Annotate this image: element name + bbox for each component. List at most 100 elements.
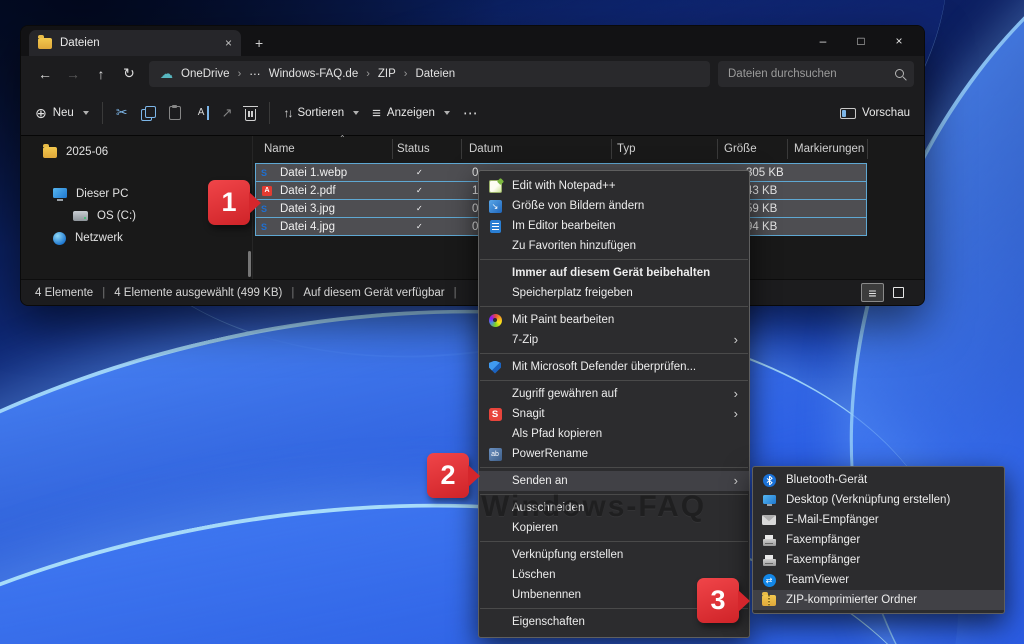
refresh-button[interactable]: ↻ xyxy=(115,65,143,82)
menu-item-snagit[interactable]: Snagit xyxy=(479,404,749,424)
submenu-item-email-empfaenger[interactable]: E-Mail-Empfänger xyxy=(753,510,1004,530)
icon-spacer xyxy=(487,547,503,563)
menu-item-powerrename[interactable]: PowerRename xyxy=(479,444,749,464)
tab-close-icon[interactable]: × xyxy=(225,37,232,49)
breadcrumb-ellipsis[interactable]: ⋯ xyxy=(249,67,261,81)
bluetooth-icon xyxy=(761,472,777,488)
submenu-item-teamviewer[interactable]: TeamViewer xyxy=(753,570,1004,590)
menu-item-verknuepfung-erstellen[interactable]: Verknüpfung erstellen xyxy=(479,545,749,565)
breadcrumb-item[interactable]: ZIP xyxy=(378,68,396,80)
chevron-right-icon: › xyxy=(404,68,408,80)
menu-item-zugriff-gewaehren-auf[interactable]: Zugriff gewähren auf xyxy=(479,384,749,404)
status-divider: | xyxy=(102,287,105,299)
sort-ascending-icon: ⌃ xyxy=(339,134,346,143)
paste-button[interactable] xyxy=(169,106,181,120)
cut-button[interactable]: ✂ xyxy=(116,105,128,121)
status-divider: | xyxy=(291,287,294,299)
new-button[interactable]: ⊕ Neu xyxy=(35,105,89,122)
chevron-down-icon xyxy=(444,111,450,115)
share-button[interactable]: ↗ xyxy=(222,105,233,121)
column-header-markierungen[interactable]: Markierungen xyxy=(794,136,864,162)
maximize-button[interactable]: □ xyxy=(842,34,880,48)
menu-item-7zip[interactable]: 7-Zip xyxy=(479,330,749,350)
column-header-groesse[interactable]: Größe xyxy=(724,136,757,162)
up-button[interactable]: ↑ xyxy=(87,66,115,82)
column-header-typ[interactable]: Typ xyxy=(617,136,636,162)
new-tab-button[interactable]: + xyxy=(255,35,263,51)
column-divider[interactable] xyxy=(867,139,868,159)
menu-item-kopieren[interactable]: Kopieren xyxy=(479,518,749,538)
rename-button[interactable]: A xyxy=(194,106,209,120)
more-options-button[interactable]: ⋯ xyxy=(463,104,479,122)
sidebar-item-2025-06[interactable]: 2025-06 xyxy=(21,141,252,163)
column-divider[interactable] xyxy=(461,139,462,159)
submenu-item-label: Bluetooth-Gerät xyxy=(786,474,867,486)
search-icon[interactable] xyxy=(895,69,904,78)
trash-icon xyxy=(245,109,256,121)
minimize-button[interactable]: – xyxy=(804,34,842,48)
column-divider[interactable] xyxy=(717,139,718,159)
explorer-content: 2025-06 Dieser PC OS (C:) Netzwerk Name xyxy=(21,136,924,279)
icon-spacer xyxy=(487,587,503,603)
submenu-item-bluetooth-geraet[interactable]: Bluetooth-Gerät xyxy=(753,470,1004,490)
delete-button[interactable] xyxy=(245,106,256,121)
sort-button[interactable]: ↑↓ Sortieren xyxy=(283,106,359,120)
selection-summary: 4 Elemente ausgewählt (499 KB) xyxy=(114,287,282,299)
menu-item-edit-with-notepadpp[interactable]: Edit with Notepad++ xyxy=(479,176,749,196)
menu-item-zu-favoriten-hinzufuegen[interactable]: Zu Favoriten hinzufügen xyxy=(479,236,749,256)
icons-view-icon xyxy=(893,287,904,298)
forward-button[interactable]: → xyxy=(59,66,87,82)
column-header-status[interactable]: Status xyxy=(397,136,430,162)
menu-item-als-pfad-kopieren[interactable]: Als Pfad kopieren xyxy=(479,424,749,444)
menu-item-senden-an[interactable]: Senden an xyxy=(479,471,749,491)
breadcrumb-item[interactable]: OneDrive xyxy=(181,68,230,80)
column-divider[interactable] xyxy=(392,139,393,159)
breadcrumb[interactable]: ☁ OneDrive › ⋯ Windows-FAQ.de › ZIP › Da… xyxy=(149,61,710,87)
sidebar-item-label: Dieser PC xyxy=(76,188,128,200)
cut-icon: ✂ xyxy=(116,105,128,121)
menu-item-label: Eigenschaften xyxy=(512,616,585,628)
menu-item-speicherplatz-freigeben[interactable]: Speicherplatz freigeben xyxy=(479,283,749,303)
file-size: 43 KB xyxy=(746,182,777,200)
submenu-item-faxempfaenger-1[interactable]: Faxempfänger xyxy=(753,530,1004,550)
sidebar-item-netzwerk[interactable]: Netzwerk xyxy=(21,227,252,249)
menu-item-defender-ueberpruefen[interactable]: Mit Microsoft Defender überprüfen... xyxy=(479,357,749,377)
column-header-name[interactable]: Name xyxy=(264,136,295,162)
view-button[interactable]: ≡ Anzeigen xyxy=(372,105,450,122)
address-bar: ← → ↑ ↻ ☁ OneDrive › ⋯ Windows-FAQ.de › … xyxy=(21,56,924,91)
column-divider[interactable] xyxy=(787,139,788,159)
menu-item-groesse-von-bildern-aendern[interactable]: Größe von Bildern ändern xyxy=(479,196,749,216)
submenu-item-faxempfaenger-2[interactable]: Faxempfänger xyxy=(753,550,1004,570)
details-view-button[interactable]: ≡ xyxy=(861,283,884,302)
step-badge-1: 1 xyxy=(208,180,250,225)
context-menu: Edit with Notepad++ Größe von Bildern än… xyxy=(478,170,750,638)
preview-button[interactable]: Vorschau xyxy=(840,107,910,119)
column-divider[interactable] xyxy=(611,139,612,159)
icons-view-button[interactable] xyxy=(887,283,910,302)
menu-item-ausschneiden[interactable]: Ausschneiden xyxy=(479,498,749,518)
search-input[interactable]: Dateien durchsuchen xyxy=(718,61,914,87)
column-header-datum[interactable]: Datum xyxy=(469,136,503,162)
back-button[interactable]: ← xyxy=(31,66,59,82)
menu-item-label: Immer auf diesem Gerät beibehalten xyxy=(512,267,710,279)
copy-icon xyxy=(141,106,156,120)
close-button[interactable]: × xyxy=(880,34,918,48)
menu-item-label: 7-Zip xyxy=(512,334,538,346)
breadcrumb-item[interactable]: Windows-FAQ.de xyxy=(269,68,358,80)
breadcrumb-item[interactable]: Dateien xyxy=(415,68,455,80)
tab-dateien[interactable]: Dateien × xyxy=(29,30,241,56)
icon-spacer xyxy=(487,520,503,536)
menu-item-im-editor-bearbeiten[interactable]: Im Editor bearbeiten xyxy=(479,216,749,236)
menu-item-mit-paint-bearbeiten[interactable]: Mit Paint bearbeiten xyxy=(479,310,749,330)
status-divider: | xyxy=(454,287,457,299)
new-label: Neu xyxy=(53,107,74,119)
menu-item-label: PowerRename xyxy=(512,448,588,460)
submenu-item-desktop-verknuepfung[interactable]: Desktop (Verknüpfung erstellen) xyxy=(753,490,1004,510)
file-name: Datei 1.webp xyxy=(280,164,347,182)
submenu-item-label: Faxempfänger xyxy=(786,554,860,566)
menu-item-immer-auf-geraet-beibehalten[interactable]: Immer auf diesem Gerät beibehalten xyxy=(479,263,749,283)
sidebar-scrollbar[interactable] xyxy=(248,251,251,277)
copy-button[interactable] xyxy=(141,106,156,120)
submenu-item-label: E-Mail-Empfänger xyxy=(786,514,879,526)
submenu-item-zip-komprimierter-ordner[interactable]: ZIP-komprimierter Ordner xyxy=(753,590,1004,610)
